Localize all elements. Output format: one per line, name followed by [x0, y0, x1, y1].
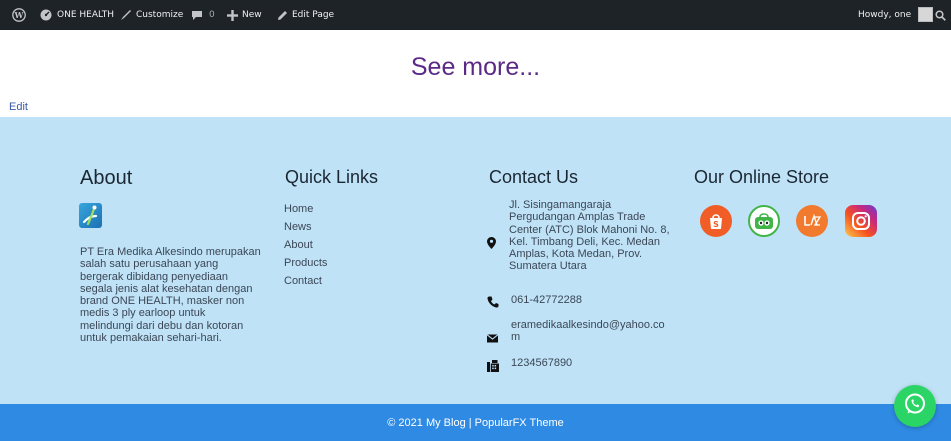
customize-menu[interactable]: Customize	[120, 0, 183, 30]
site-name-menu[interactable]: ONE HEALTH	[40, 0, 114, 30]
svg-text:S: S	[713, 220, 719, 229]
contact-title: Contact Us	[489, 167, 579, 187]
avatar[interactable]	[918, 7, 933, 22]
fax-icon	[487, 357, 499, 376]
address-line: Kel. Timbang Deli, Kec. Medan	[509, 235, 661, 248]
admin-bar: W ONE HEALTH Customize 0 New Edit Page H…	[0, 0, 951, 30]
address-line: Jl. Sisingamangaraja	[509, 199, 612, 211]
about-line: PT Era Medika Alkesindo merupakan	[80, 246, 261, 258]
lazada-icon[interactable]	[796, 205, 828, 237]
phone-icon	[487, 293, 499, 312]
quick-link-contact[interactable]: Contact	[284, 275, 322, 287]
comments-count: 0	[209, 10, 215, 20]
contact-fax: 1234567890	[511, 357, 573, 369]
plus-icon	[227, 9, 238, 21]
about-title: About	[80, 167, 133, 189]
about-description: PT Era Medika Alkesindo merupakan salah …	[80, 246, 272, 344]
dashboard-icon	[40, 9, 52, 21]
email-line: m	[511, 331, 521, 344]
brush-icon	[120, 9, 132, 21]
quick-links-list: Home News About Products Contact	[284, 203, 327, 293]
edit-page-label: Edit Page	[292, 10, 335, 20]
new-label: New	[242, 10, 262, 20]
copyright-text: © 2021 My Blog | PopularFX Theme	[387, 417, 564, 429]
company-logo-icon	[79, 203, 102, 228]
quick-link-products[interactable]: Products	[284, 257, 327, 269]
about-line: brand ONE HEALTH, masker non	[80, 295, 245, 308]
contact-phone: 061-42772288	[511, 294, 582, 306]
about-line: segala jenis alat kesehatan dengan	[80, 282, 253, 295]
whatsapp-button[interactable]	[894, 385, 936, 427]
quick-link-home[interactable]: Home	[284, 203, 313, 215]
about-line: salah satu perusahaan yang	[80, 258, 219, 271]
address-line: Center (ATC) Blok Mahoni No. 8,	[509, 223, 670, 236]
quick-link-news[interactable]: News	[284, 221, 312, 233]
envelope-icon	[486, 328, 499, 347]
address-line: Pergudangan Amplas Trade	[509, 211, 646, 224]
quick-links-title: Quick Links	[285, 167, 379, 187]
email-line: eramedikaalkesindo@yahoo.co	[511, 319, 665, 331]
tokopedia-icon[interactable]	[748, 205, 780, 237]
comment-icon	[191, 10, 203, 21]
map-marker-icon	[487, 234, 496, 253]
wordpress-logo-icon[interactable]: W	[12, 0, 26, 30]
contact-email[interactable]: eramedikaalkesindo@yahoo.co m	[511, 319, 681, 344]
edit-page-link[interactable]: Edit Page	[277, 0, 334, 30]
edit-link[interactable]: Edit	[9, 101, 28, 113]
online-store-title: Our Online Store	[694, 167, 830, 187]
svg-text:W: W	[14, 10, 25, 20]
instagram-icon[interactable]	[845, 205, 877, 237]
quick-link-about[interactable]: About	[284, 239, 313, 251]
address-line: Sumatera Utara	[509, 260, 587, 273]
howdy-label[interactable]: Howdy, one	[858, 0, 911, 30]
about-line: melindungi dari debu dan kotoran	[80, 319, 244, 332]
new-content-menu[interactable]: New	[227, 0, 262, 30]
pencil-icon	[277, 10, 288, 21]
about-line: untuk pemakaian sehari-hari.	[80, 332, 222, 345]
comments-menu[interactable]: 0	[191, 0, 215, 30]
site-name-label: ONE HEALTH	[57, 10, 115, 20]
see-more-link[interactable]: See more...	[0, 53, 951, 82]
customize-label: Customize	[136, 10, 184, 20]
search-icon[interactable]	[935, 0, 946, 30]
about-line: bergerak dibidang penyediaan	[80, 270, 229, 283]
whatsapp-icon	[903, 392, 927, 420]
about-line: medis 3 ply earloop untuk	[80, 307, 206, 320]
shopee-icon[interactable]: S	[700, 205, 732, 237]
contact-address: Jl. Sisingamangaraja Pergudangan Amplas …	[509, 199, 679, 273]
address-line: Amplas, Kota Medan, Prov.	[509, 248, 643, 261]
